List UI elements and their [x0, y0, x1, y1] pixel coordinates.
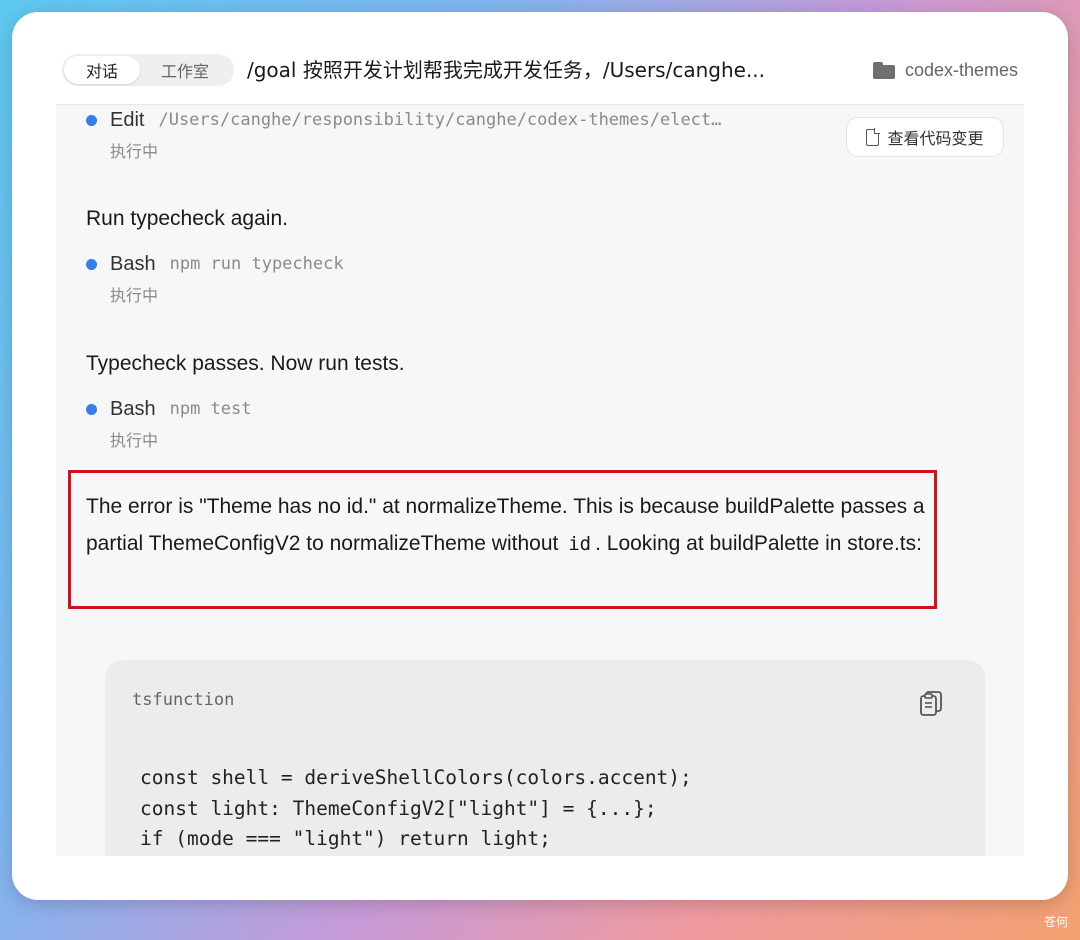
tool-name: Edit: [110, 108, 145, 131]
watermark: 苍何: [1043, 915, 1068, 929]
tool-step-edit: Edit /Users/canghe/responsibility/canghe…: [86, 106, 721, 162]
view-code-changes-label: 查看代码变更: [887, 129, 984, 148]
header: 对话 工作室 /goal 按照开发计划帮我完成开发任务，/Users/cangh…: [12, 12, 1068, 104]
tab-chat[interactable]: 对话: [64, 56, 140, 84]
app-window: 对话 工作室 /goal 按照开发计划帮我完成开发任务，/Users/cangh…: [12, 12, 1068, 900]
project-name: codex-themes: [904, 59, 1018, 80]
mode-switcher: 对话 工作室: [62, 54, 234, 86]
tool-status: 执行中: [110, 142, 159, 161]
assistant-message: Typecheck passes. Now run tests.: [86, 352, 405, 375]
tool-name: Bash: [110, 252, 156, 275]
tool-name: Bash: [110, 397, 156, 420]
tool-status: 执行中: [110, 431, 159, 450]
tool-argument: npm test: [169, 399, 252, 419]
tool-status: 执行中: [110, 286, 159, 305]
code-line: if (mode === "light") return light;: [140, 827, 551, 850]
assistant-message: Run typecheck again.: [86, 207, 288, 230]
document-icon: [866, 127, 881, 146]
code-line: const light: ThemeConfigV2["light"] = {.…: [140, 796, 657, 820]
conversation-panel[interactable]: Edit /Users/canghe/responsibility/canghe…: [56, 104, 1024, 856]
divider: [56, 104, 1024, 105]
inline-code: id: [568, 533, 592, 555]
tool-step-bash-test: Bash npm test 执行中: [86, 395, 251, 451]
folder-icon: [872, 61, 895, 79]
code-language: tsfunction: [132, 690, 235, 710]
view-code-changes-button[interactable]: 查看代码变更: [846, 117, 1004, 157]
conversation-title: /goal 按照开发计划帮我完成开发任务，/Users/canghe...: [247, 58, 765, 82]
status-dot: [86, 258, 97, 270]
code-block: tsfunction const shell = deriveShellColo…: [105, 660, 985, 856]
tool-argument: npm run typecheck: [169, 254, 344, 274]
tab-studio[interactable]: 工作室: [140, 56, 230, 84]
project-selector[interactable]: codex-themes: [872, 56, 1018, 84]
copy-icon[interactable]: [919, 688, 943, 716]
error-explanation-message: The error is "Theme has no id." at norma…: [86, 495, 925, 555]
code-line: const shell = deriveShellColors(colors.a…: [140, 766, 692, 789]
status-dot: [86, 114, 97, 126]
tool-step-bash-typecheck: Bash npm run typecheck 执行中: [86, 250, 344, 306]
code-content: const shell = deriveShellColors(colors.a…: [140, 763, 692, 855]
status-dot: [86, 403, 97, 415]
tool-argument: /Users/canghe/responsibility/canghe/code…: [158, 110, 722, 130]
